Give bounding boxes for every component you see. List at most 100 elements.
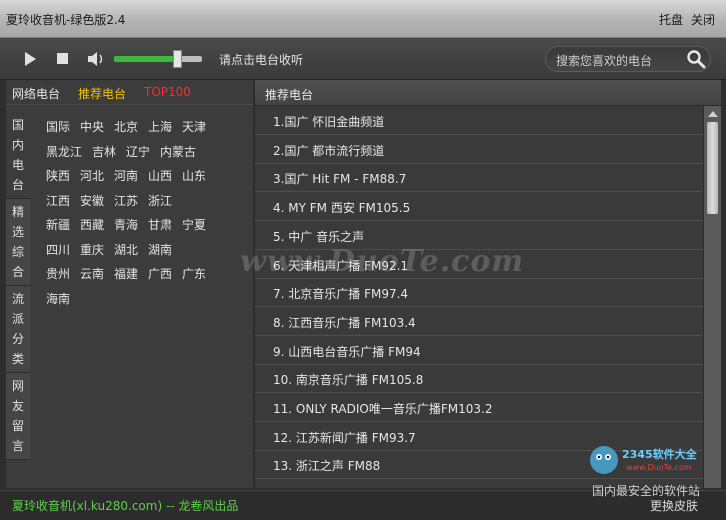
station-name: 13. 浙江之声 FM88 [273,459,381,474]
title-bar: 夏玲收音机-绿色版2.4 托盘 关闭 [0,0,726,38]
station-name: 10. 南京音乐广播 FM105.8 [273,373,424,388]
province-link[interactable]: 江西 [46,192,70,209]
station-name: 3.国广 Hit FM - FM88.7 [273,172,407,187]
province-link[interactable]: 浙江 [148,192,172,209]
station-name: 2.国广 都市流行频道 [273,143,385,158]
tab-recommended[interactable]: 推荐电台 [78,85,126,102]
volume-thumb[interactable] [173,50,183,68]
province-link[interactable]: 四川 [46,241,70,258]
station-name: 1.国广 怀旧金曲频道 [273,115,385,129]
province-link[interactable]: 甘肃 [148,216,172,233]
province-link[interactable]: 重庆 [80,241,104,258]
site-badge: 2345软件大全 www.DuoTe.com [590,446,698,474]
category-tab[interactable]: 流派分类 [6,286,30,373]
station-row[interactable]: 1.国广 怀旧金曲频道 [255,106,703,135]
tab-top100[interactable]: TOP100 [144,85,191,99]
credit-link[interactable]: 夏玲收音机(xl.ku280.com) -- 龙卷风出品 [12,497,238,514]
stop-icon[interactable] [57,53,68,64]
volume-slider[interactable] [114,50,202,68]
volume-icon[interactable] [86,50,106,68]
station-row[interactable]: 2.国广 都市流行频道 [255,135,703,164]
province-link[interactable]: 湖南 [148,241,172,258]
province-link[interactable]: 北京 [114,118,138,135]
province-link[interactable]: 新疆 [46,216,70,233]
station-row[interactable]: 7. 北京音乐广播 FM97.4 [255,278,703,308]
search-placeholder[interactable]: 搜索您喜欢的电台 [556,52,652,69]
province-link[interactable]: 湖北 [114,241,138,258]
province-link[interactable]: 河南 [114,167,138,184]
province-link[interactable]: 江苏 [114,192,138,209]
category-tab-char: 留 [12,419,25,433]
play-icon[interactable] [25,52,36,66]
province-link[interactable]: 海南 [46,290,70,307]
province-link[interactable]: 福建 [114,265,138,282]
station-scrollbar[interactable] [703,106,721,488]
province-link[interactable]: 中央 [80,118,104,135]
province-link[interactable]: 西藏 [80,216,104,233]
search-box[interactable]: 搜索您喜欢的电台 [545,46,711,72]
category-tab-char: 台 [12,178,25,192]
close-button[interactable]: 关闭 [691,11,715,28]
tray-button[interactable]: 托盘 [659,11,683,28]
category-tab-char: 选 [12,225,25,239]
province-link[interactable]: 安徽 [80,192,104,209]
tab-network-radio[interactable]: 网络电台 [12,85,60,102]
category-tab-char: 电 [12,158,25,172]
station-name: 8. 江西音乐广播 FM103.4 [273,315,416,330]
station-list-header: 推荐电台 [255,80,721,106]
badge-text: 2345软件大全 [622,447,698,461]
category-tab-char: 国 [12,118,25,132]
player-toolbar: 请点击电台收听 搜索您喜欢的电台 [0,38,726,80]
category-tab-char: 综 [12,245,25,259]
search-icon[interactable] [685,49,707,69]
province-link[interactable]: 青海 [114,216,138,233]
province-link[interactable]: 广东 [182,265,206,282]
badge-url: www.DuoTe.com [626,463,692,472]
province-link[interactable]: 宁夏 [182,216,206,233]
category-tab[interactable]: 精选综合 [6,199,30,286]
status-text: 请点击电台收听 [219,53,304,67]
station-name: 4. MY FM 西安 FM105.5 [273,201,411,216]
province-link[interactable]: 贵州 [46,265,70,282]
station-row[interactable]: 3.国广 Hit FM - FM88.7 [255,163,703,193]
station-list-title: 推荐电台 [265,88,314,102]
province-link[interactable]: 山东 [182,167,206,184]
volume-fill [114,56,178,62]
province-link[interactable]: 河北 [80,167,104,184]
category-tab-char: 流 [12,292,25,306]
station-panel: 推荐电台 1.国广 怀旧金曲频道 2.国广 都市流行频道 3.国广 Hit FM -… [254,80,721,488]
province-link[interactable]: 上海 [148,118,172,135]
station-row[interactable]: 11. ONLY RADIO唯一音乐广播FM103.2 [255,393,703,422]
category-tab[interactable]: 网友留言 [6,373,30,460]
province-link[interactable]: 天津 [182,118,206,135]
station-name: 12. 江苏新闻广播 FM93.7 [273,430,416,445]
watermark-text: www.DuoTe.com [240,244,525,279]
category-tab-char: 内 [12,138,25,152]
scroll-up-icon[interactable] [708,111,718,117]
province-link[interactable]: 国际 [46,118,70,135]
province-link[interactable]: 吉林 [92,143,116,160]
station-name: 9. 山西电台音乐广播 FM94 [273,344,421,359]
station-row[interactable]: 8. 江西音乐广播 FM103.4 [255,307,703,336]
province-link[interactable]: 辽宁 [126,143,150,160]
change-skin-button[interactable]: 更换皮肤 [650,497,698,514]
category-tab-char: 类 [12,352,25,366]
province-link[interactable]: 黑龙江 [46,143,82,160]
province-link[interactable]: 内蒙古 [160,143,196,160]
category-tab-char: 言 [12,439,25,453]
scroll-thumb[interactable] [707,122,718,214]
category-tab[interactable]: 国内电台 [6,112,30,199]
province-link[interactable]: 陕西 [46,167,70,184]
province-link[interactable]: 山西 [148,167,172,184]
category-tab-char: 网 [12,379,25,393]
station-row[interactable]: 10. 南京音乐广播 FM105.8 [255,364,703,394]
source-tabs: 网络电台 推荐电台 TOP100 [6,80,253,105]
province-link[interactable]: 云南 [80,265,104,282]
station-row[interactable]: 9. 山西电台音乐广播 FM94 [255,336,703,365]
watermark-bottom: 国内最安全的软件站 [592,484,701,498]
station-row[interactable]: 4. MY FM 西安 FM105.5 [255,192,703,222]
left-panel: 网络电台 推荐电台 TOP100 国内电台精选综合流派分类网友留言 国际 中央 北京… [6,80,253,488]
province-link[interactable]: 广西 [148,265,172,282]
station-name: 11. ONLY RADIO唯一音乐广播FM103.2 [273,402,493,416]
station-name: 14. 湖北 流行频道 [273,486,372,488]
